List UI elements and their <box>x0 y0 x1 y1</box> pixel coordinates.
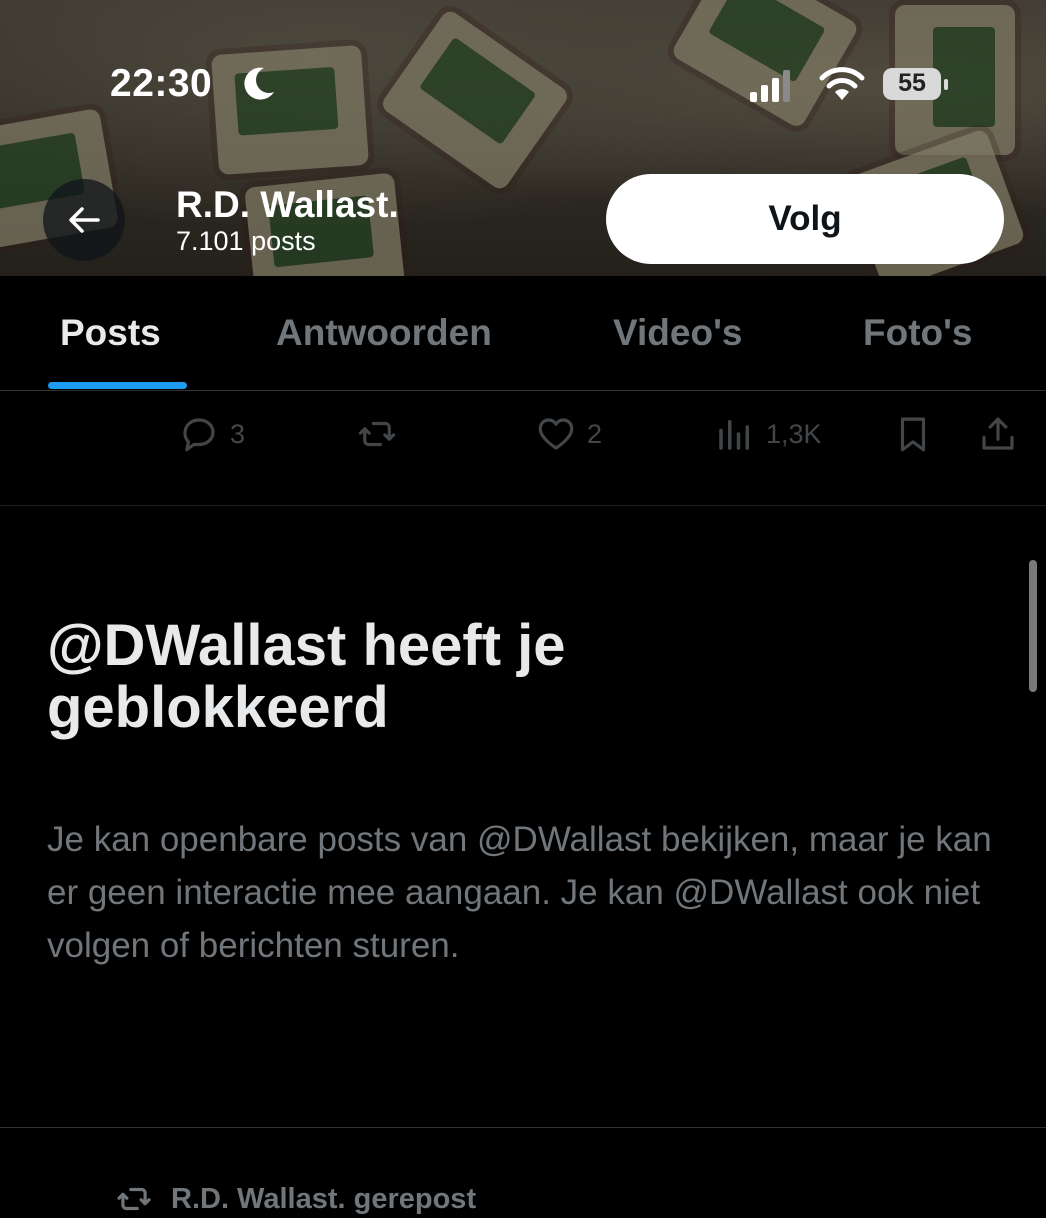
wifi-icon <box>819 67 865 100</box>
profile-name: R.D. Wallast. <box>176 184 399 225</box>
tab-videos[interactable]: Video's <box>613 312 742 354</box>
battery-indicator: 55 <box>883 68 949 102</box>
active-tab-indicator <box>48 382 187 389</box>
views-button[interactable]: 1,3K <box>714 413 822 455</box>
repost-icon <box>117 1187 151 1211</box>
share-icon <box>982 417 1014 450</box>
back-button[interactable] <box>43 179 125 261</box>
scrollbar[interactable] <box>1029 560 1037 692</box>
battery-level: 55 <box>898 69 926 97</box>
post-action-bar: 3 2 1,3K <box>0 391 1046 506</box>
reply-button[interactable]: 3 <box>178 413 245 455</box>
view-count: 1,3K <box>766 418 822 449</box>
profile-tabs: Posts Antwoorden Video's Foto's <box>0 276 1046 391</box>
reply-count: 3 <box>230 418 246 449</box>
like-button[interactable]: 2 <box>535 413 602 455</box>
moon-icon <box>244 67 274 100</box>
signal-icon <box>750 70 790 102</box>
tab-antwoorden[interactable]: Antwoorden <box>276 312 492 354</box>
follow-button[interactable]: Volg <box>606 174 1004 264</box>
repost-indicator: R.D. Wallast. gerepost <box>115 1180 476 1218</box>
like-count: 2 <box>587 418 603 449</box>
blocked-description: Je kan openbare posts van @DWallast beki… <box>47 820 992 965</box>
tab-fotos[interactable]: Foto's <box>863 312 973 354</box>
share-button[interactable] <box>977 413 1019 455</box>
tab-posts[interactable]: Posts <box>60 312 161 354</box>
divider <box>0 1127 1046 1128</box>
arrow-left-icon <box>69 207 100 233</box>
views-icon <box>719 420 749 450</box>
blocked-title: @DWallast heeft je geblokkeerd <box>47 613 566 740</box>
reply-icon <box>183 418 215 452</box>
repost-icon <box>358 421 396 447</box>
status-time: 22:30 <box>110 62 213 105</box>
repost-button[interactable] <box>356 413 398 455</box>
bookmark-button[interactable] <box>892 413 934 455</box>
heart-icon <box>538 418 574 450</box>
post-count: 7.101 posts <box>176 226 316 256</box>
repost-label: R.D. Wallast. gerepost <box>171 1182 477 1215</box>
bookmark-icon <box>900 417 926 452</box>
